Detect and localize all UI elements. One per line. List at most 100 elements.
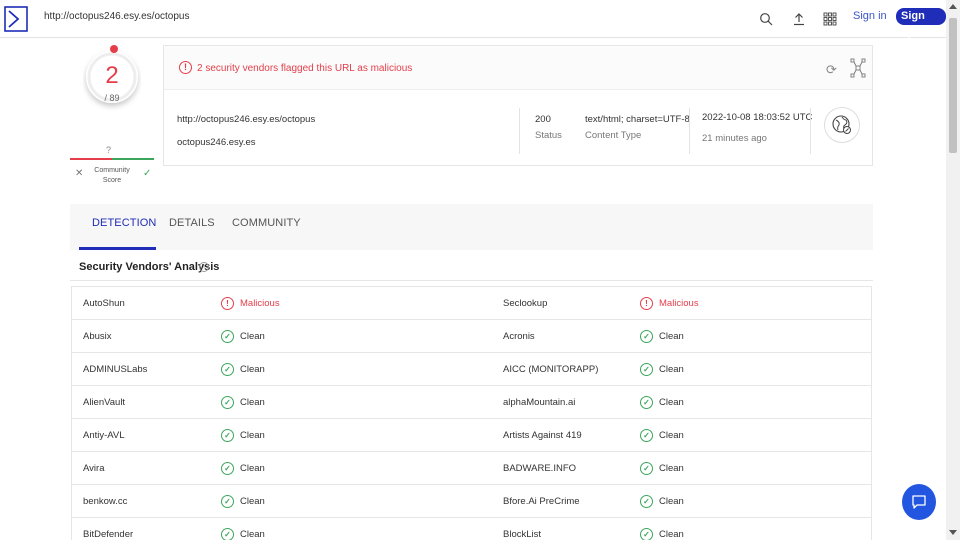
vendor-result: ✓ Clean bbox=[640, 396, 684, 409]
vendor-result-label: Clean bbox=[240, 331, 265, 342]
vendor-result-label: Clean bbox=[240, 397, 265, 408]
clean-check-icon: ✓ bbox=[221, 330, 234, 343]
divider bbox=[810, 108, 811, 154]
table-row: ADMINUSLabs ✓ Clean AICC (MONITORAPP) ✓ Clean bbox=[72, 353, 871, 386]
chat-bubble-icon bbox=[912, 495, 926, 509]
vendor-result: ✓ Clean bbox=[221, 495, 265, 508]
divider bbox=[519, 108, 520, 154]
analysis-date: 2022-10-08 18:03:52 UTC bbox=[702, 112, 813, 123]
report-tabs: DETECTION DETAILS COMMUNITY bbox=[70, 204, 873, 250]
vendor-name: Acronis bbox=[503, 331, 535, 342]
clean-check-icon: ✓ bbox=[221, 495, 234, 508]
divider bbox=[689, 108, 690, 154]
analysis-age: 21 minutes ago bbox=[702, 133, 767, 144]
table-row: AutoShun! Malicious Seclookup! Malicious bbox=[72, 287, 871, 320]
analyzed-url[interactable]: http://octopus246.esy.es/octopus bbox=[177, 114, 315, 125]
vendor-result: ✓ Clean bbox=[640, 495, 684, 508]
scroll-thumb[interactable] bbox=[949, 18, 957, 153]
table-row: Antiy-AVL ✓ Clean Artists Against 419 ✓ Clean bbox=[72, 419, 871, 452]
tab-details[interactable]: DETAILS bbox=[169, 217, 215, 229]
active-tab-indicator bbox=[79, 247, 156, 250]
content-type-value: text/html; charset=UTF-8 bbox=[585, 114, 690, 125]
clean-check-icon: ✓ bbox=[640, 462, 653, 475]
content-type-label: Content Type bbox=[585, 130, 642, 141]
vendor-result: ! Malicious bbox=[221, 297, 280, 310]
page-scrollbar[interactable] bbox=[946, 0, 960, 540]
status-label: Status bbox=[535, 130, 562, 141]
sign-up-button[interactable]: Sign up bbox=[896, 8, 946, 39]
vendor-result-label: Clean bbox=[240, 496, 265, 507]
malicious-icon: ! bbox=[221, 297, 234, 310]
chat-support-button[interactable] bbox=[902, 484, 936, 520]
vendor-result-label: Clean bbox=[659, 430, 684, 441]
detection-count: 2 bbox=[105, 62, 119, 89]
scroll-up-arrow-icon[interactable] bbox=[949, 4, 957, 9]
vendor-name: Abusix bbox=[83, 331, 112, 342]
upload-icon[interactable] bbox=[789, 9, 809, 29]
vendor-name: benkow.cc bbox=[83, 496, 128, 507]
sign-in-link[interactable]: Sign in bbox=[853, 10, 887, 22]
vendor-name: BlockList bbox=[503, 529, 542, 540]
tab-detection[interactable]: DETECTION bbox=[92, 217, 156, 229]
virustotal-logo-icon[interactable] bbox=[4, 6, 28, 32]
vendor-result-label: Clean bbox=[240, 463, 265, 474]
vendor-result: ✓ Clean bbox=[640, 429, 684, 442]
vendor-result: ! Malicious bbox=[640, 297, 699, 310]
vendor-name: AutoShun bbox=[83, 298, 125, 309]
table-row: BitDefender ✓ Clean BlockList ✓ Clean bbox=[72, 518, 871, 540]
vote-harmless-icon[interactable]: ✓ bbox=[143, 168, 151, 179]
vendor-name: ADMINUSLabs bbox=[83, 364, 148, 375]
vendor-result: ✓ Clean bbox=[221, 462, 265, 475]
tab-community[interactable]: COMMUNITY bbox=[232, 217, 301, 229]
status-value: 200 bbox=[535, 114, 551, 125]
analyzed-domain[interactable]: octopus246.esy.es bbox=[177, 137, 256, 148]
vote-harmful-icon[interactable]: ✕ bbox=[75, 168, 83, 179]
clean-check-icon: ✓ bbox=[221, 396, 234, 409]
vendor-name: BitDefender bbox=[83, 529, 134, 540]
vendor-result-label: Clean bbox=[240, 430, 265, 441]
clean-check-icon: ✓ bbox=[640, 429, 653, 442]
detection-total: / 89 bbox=[104, 93, 120, 103]
community-score-bar bbox=[70, 158, 154, 160]
vendor-result-label: Clean bbox=[240, 364, 265, 375]
community-score-label: Community Score bbox=[94, 167, 130, 184]
clean-check-icon: ✓ bbox=[640, 363, 653, 376]
clean-check-icon: ✓ bbox=[640, 528, 653, 540]
url-globe-icon bbox=[824, 107, 860, 143]
vendor-result: ✓ Clean bbox=[221, 330, 265, 343]
vendor-name: BADWARE.INFO bbox=[503, 463, 577, 474]
clean-check-icon: ✓ bbox=[221, 429, 234, 442]
scroll-down-arrow-icon[interactable] bbox=[949, 530, 957, 535]
reanalyze-icon[interactable]: ⟳ bbox=[826, 62, 837, 78]
search-icon[interactable] bbox=[756, 9, 776, 29]
table-row: Avira ✓ Clean BADWARE.INFO ✓ Clean bbox=[72, 452, 871, 485]
clean-check-icon: ✓ bbox=[221, 363, 234, 376]
url-summary-card: ! 2 security vendors flagged this URL as… bbox=[163, 45, 873, 166]
apps-grid-icon[interactable] bbox=[820, 9, 840, 29]
vendor-result-label: Clean bbox=[659, 463, 684, 474]
vendor-result: ✓ Clean bbox=[221, 528, 265, 540]
table-row: benkow.cc ✓ Clean Bfore.Ai PreCrime ✓ Clean bbox=[72, 485, 871, 518]
alert-icon: ! bbox=[179, 61, 192, 74]
community-score-value: ? bbox=[106, 145, 112, 155]
graph-view-icon[interactable] bbox=[850, 58, 866, 78]
url-search-input[interactable] bbox=[44, 11, 544, 22]
clean-check-icon: ✓ bbox=[640, 330, 653, 343]
vendor-result: ✓ Clean bbox=[640, 363, 684, 376]
vendor-result: ✓ Clean bbox=[221, 363, 265, 376]
vendor-result: ✓ Clean bbox=[640, 330, 684, 343]
vendor-name: Avira bbox=[83, 463, 105, 474]
vendor-result-label: Clean bbox=[659, 397, 684, 408]
divider bbox=[70, 280, 873, 281]
detection-alert-banner: ! 2 security vendors flagged this URL as… bbox=[164, 46, 872, 90]
clean-check-icon: ✓ bbox=[221, 462, 234, 475]
vendor-result-label: Clean bbox=[659, 529, 684, 540]
vendor-result-label: Malicious bbox=[240, 298, 280, 309]
vendor-result-label: Clean bbox=[659, 496, 684, 507]
alert-text: 2 security vendors flagged this URL as m… bbox=[197, 63, 413, 74]
info-icon[interactable]: i bbox=[199, 262, 209, 272]
malicious-icon: ! bbox=[640, 297, 653, 310]
table-row: AlienVault ✓ Clean alphaMountain.ai ✓ Clean bbox=[72, 386, 871, 419]
table-row: Abusix ✓ Clean Acronis ✓ Clean bbox=[72, 320, 871, 353]
clean-check-icon: ✓ bbox=[640, 396, 653, 409]
